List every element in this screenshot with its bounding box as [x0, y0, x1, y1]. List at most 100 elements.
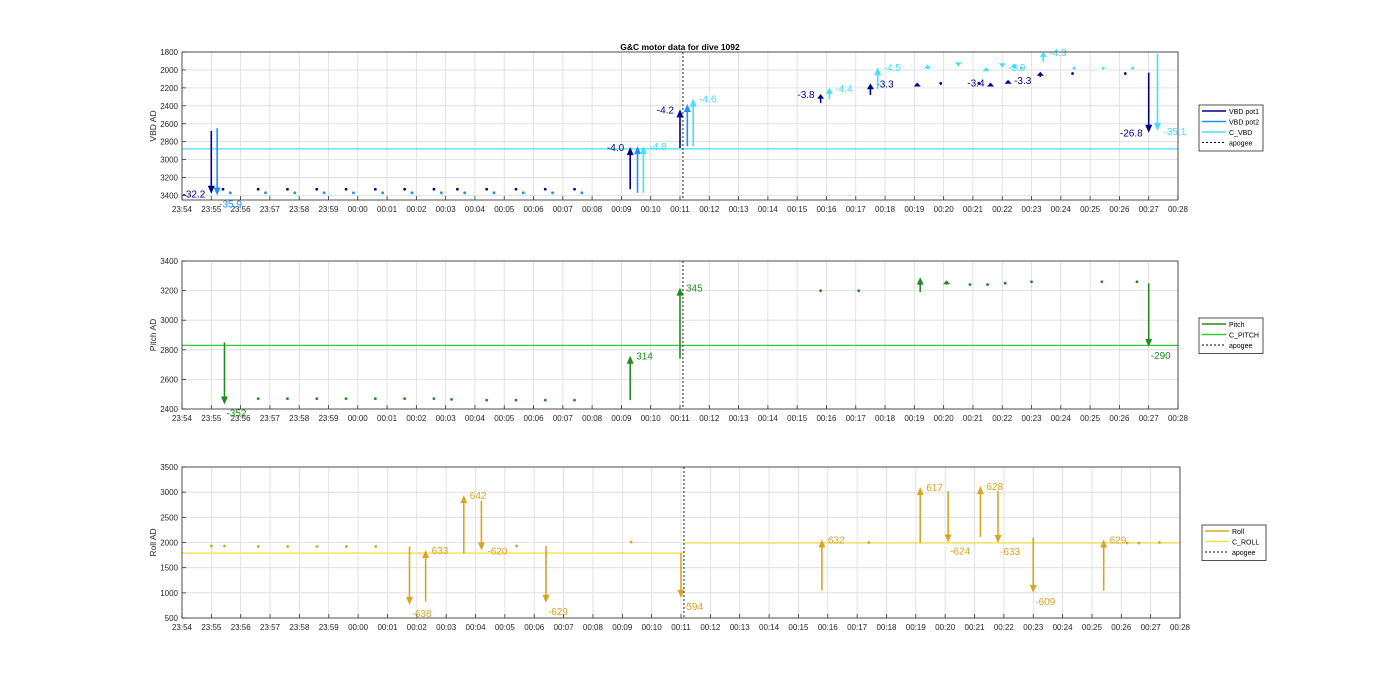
panel-3-x-tick-label: 23:58 [289, 623, 310, 632]
panel-1-vbd-pot2-point [580, 191, 584, 195]
panel-3-roll-point [256, 545, 260, 548]
panel-2-legend-label: apogee [1229, 343, 1252, 350]
panel-3-x-tick-label: 00:05 [495, 623, 516, 632]
panel-1-vbd-pot1-point [485, 187, 489, 191]
panel-1-c-vbd-point [1101, 66, 1105, 70]
panel-3-x-tick-label: 23:54 [172, 623, 193, 632]
panel-1-c-vbd-arrow-label: -4.5 [884, 63, 902, 74]
panel-3-roll-arrow-label: 633 [432, 546, 449, 557]
panel-1-x-tick-label: 23:57 [260, 205, 281, 214]
panel-3-x-tick-label: 00:01 [377, 623, 398, 632]
panel-3-roll-point [515, 544, 519, 548]
panel-3-roll-point [223, 544, 226, 548]
panel-2-x-tick-label: 00:05 [494, 414, 515, 423]
panel-3-legend-label: Roll [1232, 529, 1245, 536]
panel-1-vbd-pot1-point [455, 187, 459, 191]
panel-3-roll-arrow-label: 629 [1110, 535, 1127, 546]
panel-2-x-tick-label: 23:57 [260, 414, 281, 423]
panel-3-x-tick-label: 23:56 [231, 623, 252, 632]
panel-1-vbd-pot2-point [264, 191, 267, 195]
panel-2-pitch-point [857, 289, 861, 292]
panel-1-y-tick-label: 1800 [160, 48, 178, 57]
panel-1-c-vbd-arrow-label: -35.1 [1163, 127, 1186, 138]
panel-1-vbd-pot2-point [293, 191, 297, 195]
panel-1-x-tick-label: 00:14 [758, 205, 779, 214]
panel-2-pitch-point [450, 397, 453, 401]
panel-1-c-vbd-arrow-label: -4.4 [835, 84, 853, 95]
panel-1-x-tick-label: 00:17 [846, 205, 867, 214]
panel-1-x-tick-label: 00:24 [1051, 205, 1072, 214]
panel-2-pitch-point [986, 283, 989, 287]
panel-1-vbd-pot2-point [492, 191, 496, 195]
panel-2-legend-label: C_PITCH [1229, 333, 1259, 340]
figure-title: G&C motor data for dive 1092 [620, 42, 740, 52]
panel-2-x-tick-label: 23:58 [289, 414, 310, 423]
panel-3-x-tick-label: 00:25 [1082, 623, 1103, 632]
panel-2-x-tick-label: 00:04 [465, 414, 486, 423]
panel-1-x-tick-label: 00:00 [348, 205, 369, 214]
panel-1-legend-label: VBD pot1 [1229, 109, 1259, 116]
panel-3-roll-arrow-label: -624 [950, 547, 970, 558]
panel-3-y-tick-label: 2000 [160, 539, 178, 548]
panel-2-x-tick-label: 00:07 [553, 414, 574, 423]
panel-3-roll-point [344, 545, 348, 548]
panel-1-x-tick-label: 00:05 [494, 205, 515, 214]
panel-2-y-tick-label: 3000 [160, 316, 178, 325]
panel-1-vbd-pot1-point [315, 187, 319, 191]
panel-3-roll-point [867, 541, 871, 544]
panel-2-x-tick-label: 00:26 [1109, 414, 1130, 423]
panel-2-y-tick-label: 2800 [160, 346, 178, 355]
panel-2-x-tick-label: 00:24 [1051, 414, 1072, 423]
panel-1-x-tick-label: 23:58 [289, 205, 310, 214]
panel-3-x-tick-label: 00:26 [1111, 623, 1132, 632]
chart-canvas: G&C motor data for dive 1092 23:54 23:55 2… [148, 42, 1267, 632]
panel-1-x-tick-label: 23:59 [318, 205, 339, 214]
panel-2-pitch-point [315, 397, 319, 401]
panel-2-pitch-point [286, 397, 289, 401]
panel-2-x-tick-label: 00:28 [1168, 414, 1189, 423]
panel-1-vbd-pot1-arrow-label: -3.3 [876, 79, 894, 90]
panel-2-x-tick-label: 00:12 [699, 414, 720, 423]
panel-2-x-tick-label: 00:13 [729, 414, 750, 423]
panel-1-x-tick-label: 00:15 [787, 205, 808, 214]
panel-3-x-tick-label: 00:02 [407, 623, 428, 632]
panel-1-x-tick-label: 00:13 [729, 205, 750, 214]
panel-2-x-tick-label: 00:16 [816, 414, 837, 423]
panel-1-vbd-pot1-arrow-label: -26.8 [1120, 129, 1143, 140]
panel-2-x-tick-label: 00:11 [670, 414, 690, 423]
panel-1-x-tick-label: 00:09 [611, 205, 632, 214]
panel-1-y-tick-label: 2400 [160, 102, 178, 111]
panel-1-x-tick-label: 00:06 [524, 205, 545, 214]
panel-1-x-tick-label: 00:04 [465, 205, 486, 214]
panel-2-x-tick-label: 00:15 [787, 414, 808, 423]
panel-3-roll-point [286, 545, 290, 548]
panel-2-pitch-point [514, 398, 518, 402]
panel-1-y-tick-label: 3000 [160, 156, 178, 165]
panel-2-x-tick-label: 00:25 [1080, 414, 1101, 423]
panel-1-x-tick-label: 00:28 [1168, 205, 1189, 214]
panel-2-legend-label: Pitch [1229, 322, 1245, 329]
panel-2-x-tick-label: 00:27 [1139, 414, 1160, 423]
panel-3-roll-point [1137, 541, 1141, 545]
panel-1: 23:54 23:55 23:56 23:57 23:58 23:59 00:00 00:01… [148, 48, 1264, 214]
panel-3-x-tick-label: 23:57 [260, 623, 281, 632]
panel-1-vbd-pot2-point [351, 191, 355, 195]
panel-3-roll-arrow-label: -633 [1000, 547, 1020, 558]
panel-1-x-tick-label: 00:01 [377, 205, 398, 214]
panel-1-x-tick-label: 00:12 [699, 205, 720, 214]
panel-1-x-tick-label: 00:10 [641, 205, 662, 214]
panel-1-vbd-pot1-point [939, 81, 943, 85]
panel-1-vbd-pot2-point [322, 191, 326, 195]
panel-2-x-tick-label: 00:19 [904, 414, 925, 423]
panel-1-vbd-pot1-point [514, 187, 518, 191]
panel-3-roll-point [209, 544, 213, 548]
panel-2-pitch-point [1100, 280, 1104, 284]
panel-3-x-tick-label: 00:23 [1023, 623, 1044, 632]
panel-3-x-tick-label: 00:27 [1141, 623, 1162, 632]
panel-1-x-tick-label: 00:22 [992, 205, 1013, 214]
panel-2-x-tick-label: 23:55 [201, 414, 222, 423]
figure: G&C motor data for dive 1092 23:54 23:55 2… [0, 0, 1400, 693]
panel-1-x-tick-label: 00:08 [582, 205, 603, 214]
panel-1-x-tick-label: 00:19 [904, 205, 925, 214]
panel-2-pitch-point [819, 289, 823, 292]
